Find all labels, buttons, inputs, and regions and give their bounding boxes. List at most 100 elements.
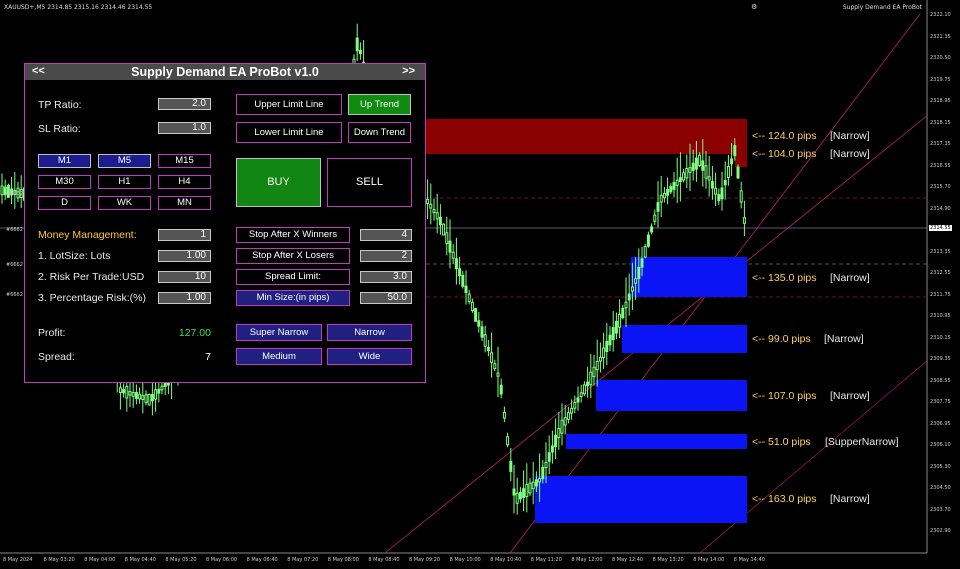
candle-body — [653, 214, 657, 222]
price-tick-label: 2305.30 — [930, 463, 951, 470]
time-tick-label: 8 May 10:40 — [490, 557, 522, 563]
order-tag: #6662 — [6, 292, 23, 298]
candle-body — [736, 166, 740, 179]
candle-body — [579, 392, 583, 398]
lower-limit-line-button[interactable]: Lower Limit Line — [236, 122, 342, 143]
narrow-button[interactable]: Narrow — [327, 324, 412, 341]
candle-body — [470, 301, 474, 311]
up-trend-button[interactable]: Up Trend — [348, 94, 411, 115]
upper-limit-line-button[interactable]: Upper Limit Line — [236, 94, 342, 115]
candle-body — [547, 452, 551, 462]
candle-body — [685, 167, 689, 179]
super-narrow-button[interactable]: Super Narrow — [236, 324, 322, 341]
timeframe-d-button[interactable]: D — [38, 196, 91, 210]
candle-body — [128, 391, 132, 396]
price-tick-label: 2309.35 — [930, 356, 951, 362]
timeframe-m15-button[interactable]: M15 — [158, 154, 211, 168]
settings-gear-icon[interactable]: ⚙ — [751, 3, 757, 11]
candle-body — [582, 384, 586, 395]
timeframe-m30-button[interactable]: M30 — [38, 175, 91, 189]
candle-body — [589, 371, 593, 386]
candle-body — [707, 176, 711, 181]
timeframe-h4-button[interactable]: H4 — [158, 175, 211, 189]
time-tick-label: 8 May 10:00 — [449, 557, 481, 563]
ea-panel[interactable]: << Supply Demand EA ProBot v1.0 >> TP Ra… — [24, 63, 426, 383]
candle-body — [518, 492, 522, 500]
sl-ratio-input[interactable]: 1.0 — [158, 122, 211, 134]
candle-body — [122, 389, 126, 394]
time-tick-label: 8 May 03:20 — [43, 557, 75, 563]
losers-input[interactable]: 2 — [360, 250, 412, 262]
candle-body — [637, 266, 641, 280]
candle-body — [563, 417, 567, 426]
stop-after-losers-button[interactable]: Stop After X Losers — [236, 248, 350, 264]
price-tick-label: 2315.70 — [930, 184, 951, 190]
candle-body — [467, 293, 471, 303]
demand-zone — [566, 434, 747, 449]
spread-limit-input[interactable]: 3.0 — [360, 271, 412, 283]
candle-body — [426, 198, 430, 204]
zone-pips-label: <-- 107.0 pips — [752, 390, 817, 402]
wide-button[interactable]: Wide — [327, 348, 412, 365]
next-button[interactable]: >> — [402, 65, 415, 77]
min-size-button[interactable]: Min Size:(in pips) — [236, 290, 350, 306]
candle-body — [704, 165, 708, 179]
lot-size-input[interactable]: 1.00 — [158, 250, 211, 262]
timeframe-h1-button[interactable]: H1 — [98, 175, 151, 189]
timeframe-m1-button[interactable]: M1 — [38, 154, 91, 168]
candle-body — [355, 37, 359, 52]
tp-ratio-input[interactable]: 2.0 — [158, 98, 211, 110]
timeframe-m5-button[interactable]: M5 — [98, 154, 151, 168]
timeframe-wk-button[interactable]: WK — [98, 196, 151, 210]
spread-label: Spread: — [38, 351, 75, 363]
candle-body — [714, 187, 718, 195]
candle-body — [496, 372, 500, 377]
price-tick-label: 2311.75 — [930, 291, 951, 298]
current-price-label: 2314.55 — [929, 225, 952, 231]
candle-body — [438, 216, 442, 226]
candle-body — [486, 347, 490, 352]
candle-body — [573, 401, 577, 409]
candle-body — [675, 179, 679, 186]
candle-body — [742, 217, 746, 224]
panel-title: Supply Demand EA ProBot v1.0 — [131, 65, 319, 79]
price-tick-label: 2303.70 — [930, 506, 951, 513]
sl-ratio-label: SL Ratio: — [38, 123, 81, 135]
money-management-input[interactable]: 1 — [158, 229, 211, 241]
min-size-input[interactable]: 50.0 — [360, 292, 412, 304]
candle-body — [621, 307, 625, 319]
candle-body — [144, 394, 148, 404]
time-tick-label: 8 May 11:20 — [530, 557, 562, 563]
time-tick-label: 8 May 06:00 — [206, 557, 238, 563]
timeframe-mn-button[interactable]: MN — [158, 196, 211, 210]
candle-body — [458, 268, 462, 277]
percentage-risk-input[interactable]: 1.00 — [158, 292, 211, 304]
medium-button[interactable]: Medium — [236, 348, 322, 365]
candle-body — [720, 187, 724, 200]
zone-pips-label: <-- 135.0 pips — [752, 272, 817, 284]
candle-body — [656, 202, 660, 212]
candle-body — [515, 492, 519, 504]
candle-body — [442, 223, 446, 236]
candle-body — [646, 234, 650, 247]
spread-limit-button[interactable]: Spread Limit: — [236, 269, 350, 285]
zone-type-label: [Narrow] — [830, 130, 870, 142]
candle-body — [451, 251, 455, 259]
time-tick-label: 8 May 04:00 — [84, 557, 116, 563]
candle-body — [640, 258, 644, 268]
price-tick-label: 2310.95 — [930, 313, 951, 319]
risk-per-trade-input[interactable]: 10 — [158, 271, 211, 283]
down-trend-button[interactable]: Down Trend — [348, 122, 411, 143]
sell-button[interactable]: SELL — [327, 158, 412, 207]
candle-body — [502, 411, 506, 419]
candle-body — [678, 177, 682, 183]
candle-body — [570, 407, 574, 414]
buy-button[interactable]: BUY — [236, 158, 321, 207]
winners-input[interactable]: 4 — [360, 229, 412, 241]
candle-body — [739, 190, 743, 203]
price-tick-label: 2322.10 — [930, 12, 951, 18]
candle-body — [477, 320, 481, 327]
order-tag: #6662 — [6, 227, 23, 233]
stop-after-winners-button[interactable]: Stop After X Winners — [236, 227, 350, 243]
supply-zone — [426, 137, 747, 154]
